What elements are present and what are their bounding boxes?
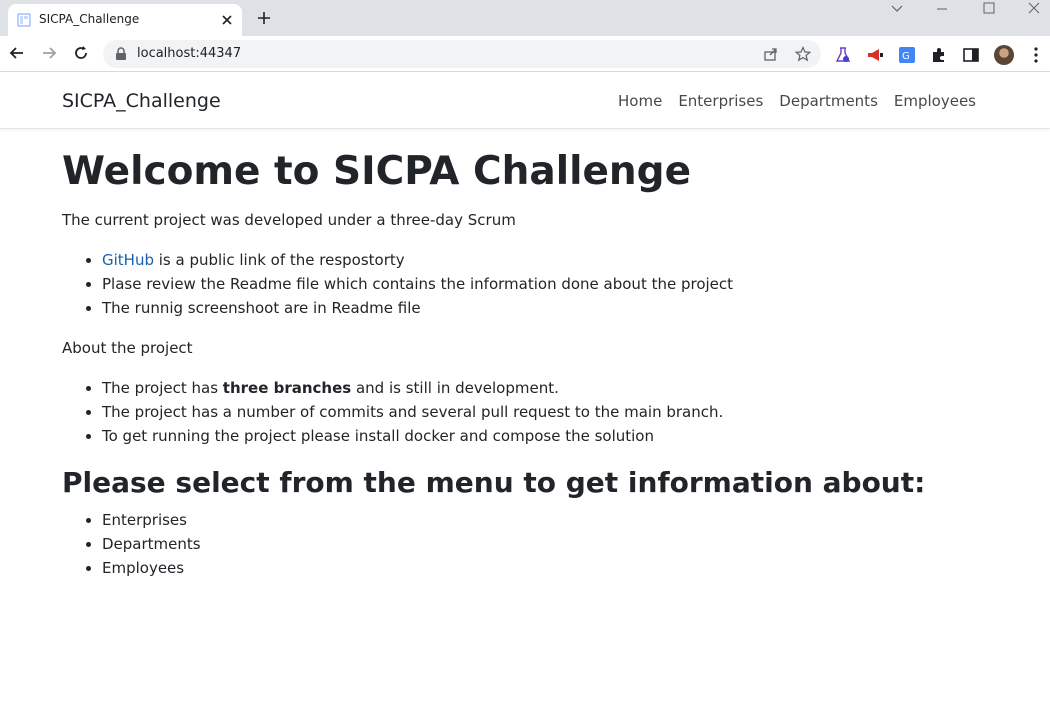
megaphone-extension-icon[interactable]	[866, 46, 884, 64]
back-icon[interactable]	[8, 44, 26, 62]
tab-title: SICPA_Challenge	[39, 12, 140, 26]
list-item: The runnig screenshoot are in Readme fil…	[102, 296, 1022, 320]
nav-link-departments[interactable]: Departments	[771, 92, 886, 110]
minimize-icon[interactable]	[930, 2, 954, 16]
svg-text:G: G	[902, 51, 910, 62]
list-item: The project has a number of commits and …	[102, 400, 1022, 424]
bookmark-star-icon[interactable]	[795, 46, 811, 62]
list-item-text: The project has	[102, 379, 223, 397]
list-item-text: is a public link of the respostorty	[153, 251, 405, 269]
profile-avatar[interactable]	[994, 45, 1014, 65]
extensions-puzzle-icon[interactable]	[930, 46, 948, 64]
browser-tab[interactable]: SICPA_Challenge	[8, 4, 242, 36]
lock-icon[interactable]	[115, 47, 127, 61]
main-content: Welcome to SICPA Challenge The current p…	[62, 146, 1022, 596]
page-favicon-icon	[17, 13, 31, 27]
branches-emphasis: three branches	[222, 379, 352, 397]
list-item: Departments	[102, 532, 1022, 556]
forward-icon[interactable]	[40, 44, 58, 62]
intro-text: The current project was developed under …	[62, 211, 516, 229]
tab-search-icon[interactable]	[885, 2, 909, 16]
github-link[interactable]: GitHub	[102, 251, 154, 269]
page-title: Welcome to SICPA Challenge	[62, 149, 692, 194]
site-navbar: SICPA_Challenge Home Enterprises Departm…	[0, 72, 1050, 129]
side-panel-icon[interactable]	[962, 46, 980, 64]
reload-icon[interactable]	[72, 44, 90, 62]
nav-link-home[interactable]: Home	[610, 92, 670, 110]
browser-toolbar: localhost:44347 G	[0, 36, 1050, 72]
project-links-list: GitHub is a public link of the respostor…	[62, 248, 1022, 320]
list-item: GitHub is a public link of the respostor…	[102, 248, 1022, 272]
nav-link-enterprises[interactable]: Enterprises	[670, 92, 771, 110]
navbar-links: Home Enterprises Departments Employees	[610, 92, 984, 110]
list-item-text: and is still in development.	[351, 379, 559, 397]
maximize-icon[interactable]	[977, 2, 1001, 16]
translate-extension-icon[interactable]: G	[898, 46, 916, 64]
close-window-icon[interactable]	[1022, 2, 1046, 16]
list-item: Enterprises	[102, 508, 1022, 532]
browser-tabstrip: SICPA_Challenge	[0, 0, 1050, 36]
close-tab-icon[interactable]	[219, 12, 235, 28]
nav-link-employees[interactable]: Employees	[886, 92, 984, 110]
menu-kebab-icon[interactable]	[1027, 46, 1045, 64]
url-text[interactable]: localhost:44347	[137, 46, 241, 61]
menu-section-heading: Please select from the menu to get infor…	[62, 466, 926, 499]
navbar-brand[interactable]: SICPA_Challenge	[62, 90, 221, 112]
about-heading: About the project	[62, 339, 193, 357]
list-item: Employees	[102, 556, 1022, 580]
new-tab-icon[interactable]	[256, 10, 272, 26]
address-bar[interactable]: localhost:44347	[103, 40, 821, 68]
list-item: The project has three branches and is st…	[102, 376, 1022, 400]
share-icon[interactable]	[763, 46, 779, 62]
lab-flask-icon[interactable]	[834, 46, 852, 64]
list-item: To get running the project please instal…	[102, 424, 1022, 448]
about-list: The project has three branches and is st…	[62, 376, 1022, 448]
list-item: Plase review the Readme file which conta…	[102, 272, 1022, 296]
menu-info-list: Enterprises Departments Employees	[62, 508, 1022, 580]
